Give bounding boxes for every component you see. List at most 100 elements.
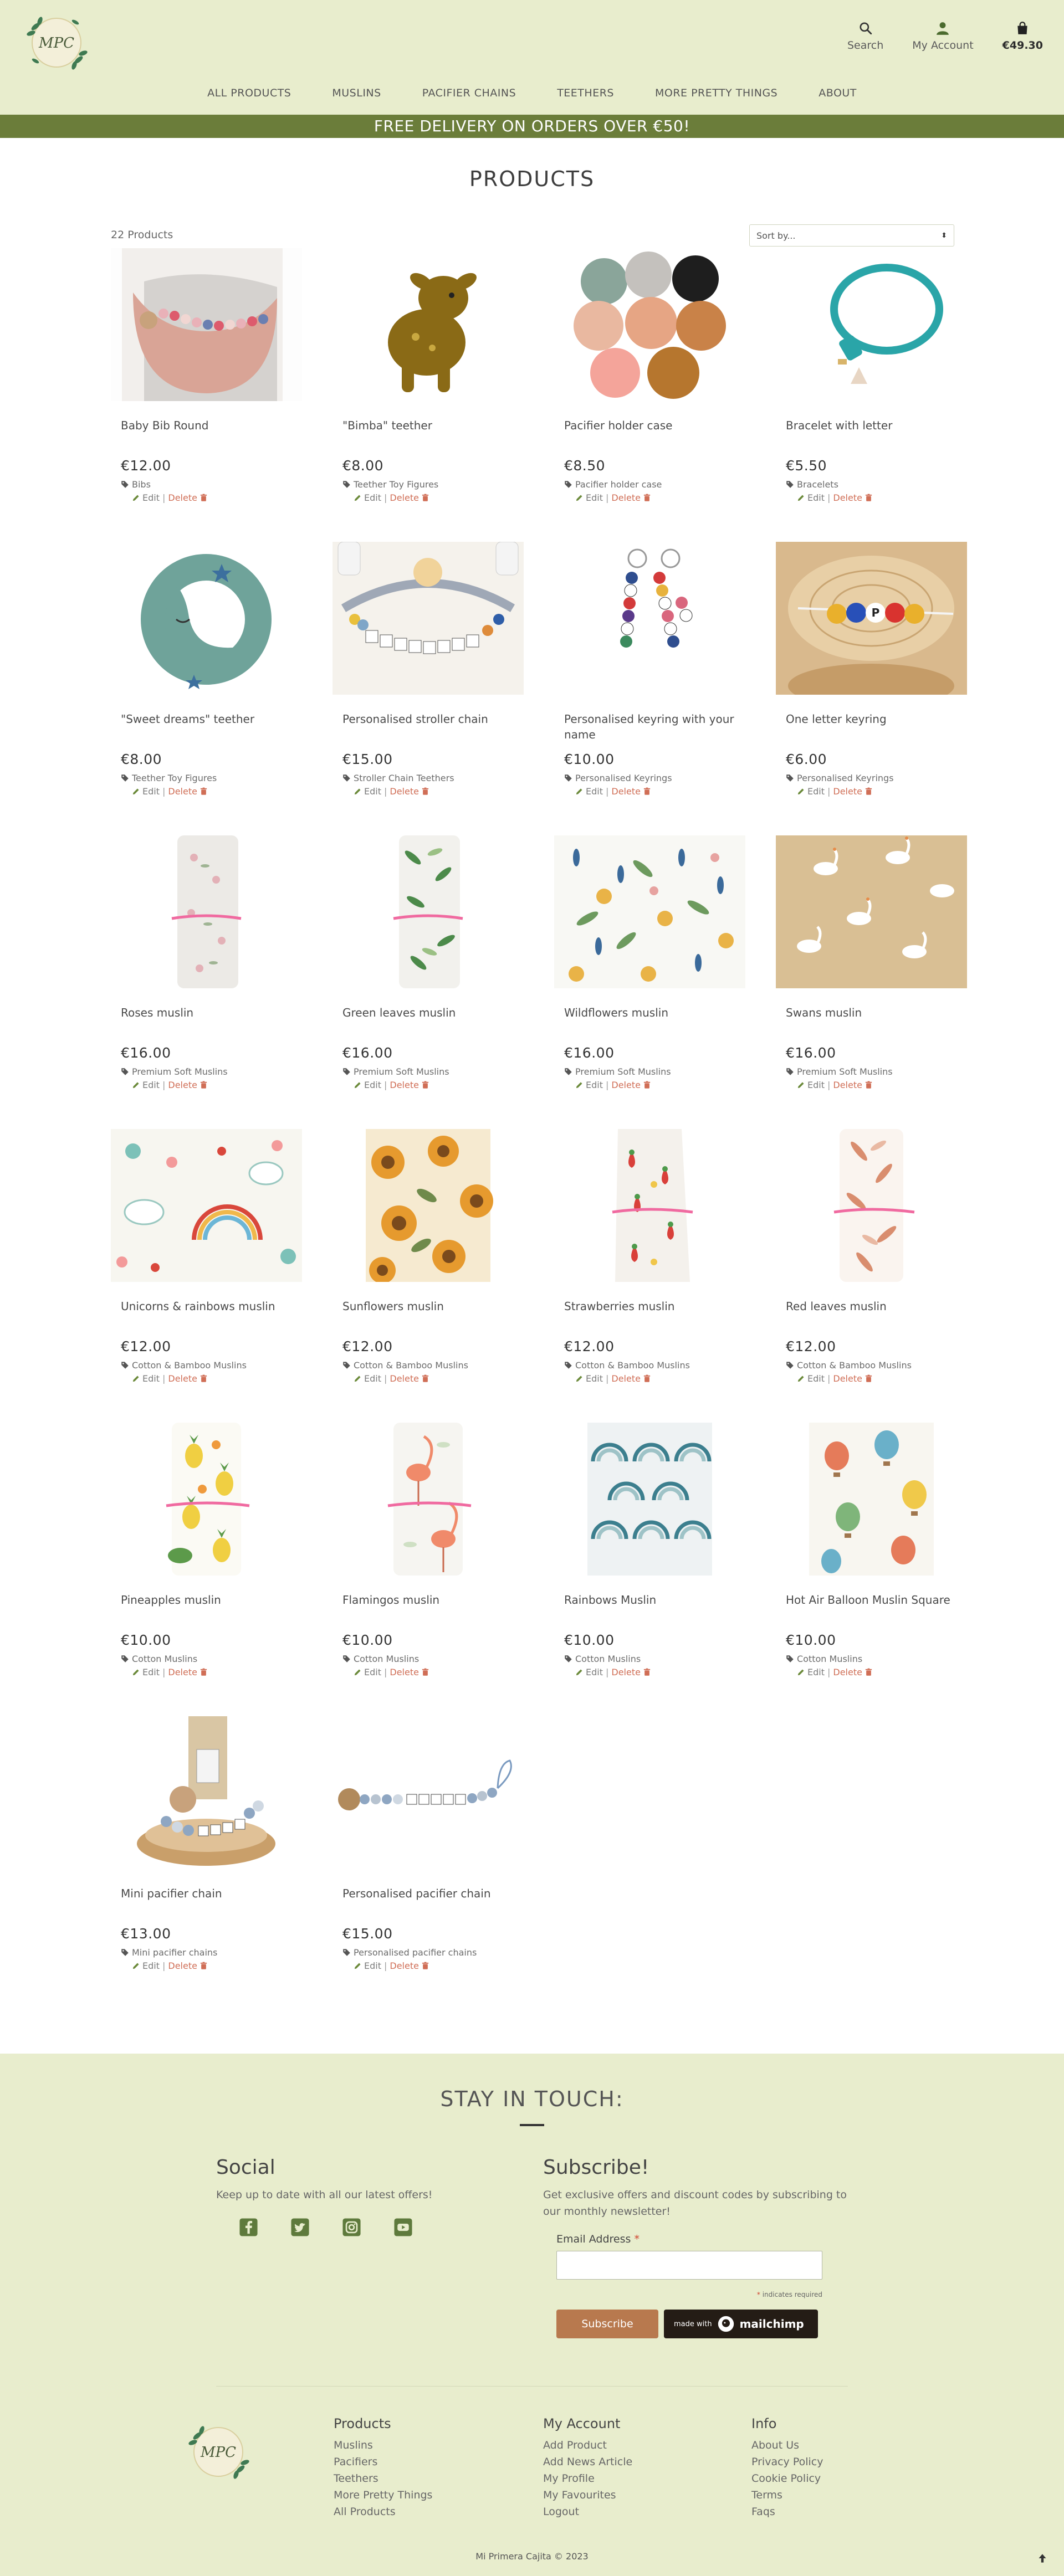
product-name[interactable]: One letter keyring — [776, 711, 975, 745]
product-image[interactable] — [332, 248, 524, 401]
product-category[interactable]: Personalised pacifier chains — [332, 1947, 532, 1958]
delete-button[interactable]: Delete — [390, 1080, 429, 1090]
delete-button[interactable]: Delete — [390, 786, 429, 797]
delete-button[interactable]: Delete — [833, 492, 873, 503]
edit-button[interactable]: Edit — [354, 492, 381, 503]
nav-teethers[interactable]: TEETHERS — [536, 87, 635, 99]
edit-button[interactable]: Edit — [575, 786, 603, 797]
nav-all-products[interactable]: ALL PRODUCTS — [187, 87, 311, 99]
edit-button[interactable]: Edit — [132, 492, 160, 503]
nav-about[interactable]: ABOUT — [798, 87, 877, 99]
product-image[interactable] — [332, 1129, 524, 1282]
footer-link-add-product[interactable]: Add Product — [543, 2437, 632, 2454]
delete-button[interactable]: Delete — [168, 1667, 208, 1677]
product-name[interactable]: Strawberries muslin — [554, 1299, 754, 1332]
twitter-icon[interactable] — [290, 2218, 310, 2237]
youtube-icon[interactable] — [393, 2218, 413, 2237]
footer-link-about-us[interactable]: About Us — [751, 2437, 823, 2454]
product-image[interactable] — [332, 1423, 524, 1576]
email-field[interactable] — [556, 2251, 822, 2280]
product-image[interactable] — [332, 1716, 524, 1869]
edit-button[interactable]: Edit — [797, 492, 825, 503]
delete-button[interactable]: Delete — [390, 1373, 429, 1384]
delete-button[interactable]: Delete — [611, 1080, 651, 1090]
product-category[interactable]: Cotton & Bamboo Muslins — [111, 1360, 310, 1371]
my-account-button[interactable]: My Account — [912, 21, 974, 52]
footer-link-my-profile[interactable]: My Profile — [543, 2470, 632, 2487]
edit-button[interactable]: Edit — [575, 1080, 603, 1090]
nav-pacifier-chains[interactable]: PACIFIER CHAINS — [402, 87, 536, 99]
edit-button[interactable]: Edit — [132, 786, 160, 797]
footer-link-teethers[interactable]: Teethers — [334, 2470, 432, 2487]
product-image[interactable] — [554, 835, 745, 988]
product-name[interactable]: Personalised pacifier chain — [332, 1886, 532, 1919]
product-category[interactable]: Personalised Keyrings — [554, 773, 754, 783]
delete-button[interactable]: Delete — [390, 1667, 429, 1677]
instagram-icon[interactable] — [342, 2218, 361, 2237]
footer-link-more-pretty-things[interactable]: More Pretty Things — [334, 2487, 432, 2503]
product-name[interactable]: Bracelet with letter — [776, 418, 975, 451]
delete-button[interactable]: Delete — [611, 1373, 651, 1384]
product-name[interactable]: Mini pacifier chain — [111, 1886, 310, 1919]
product-image[interactable] — [111, 1716, 302, 1869]
product-category[interactable]: Premium Soft Muslins — [111, 1066, 310, 1077]
delete-button[interactable]: Delete — [168, 1080, 208, 1090]
product-name[interactable]: Pineapples muslin — [111, 1592, 310, 1625]
facebook-icon[interactable] — [239, 2218, 258, 2237]
edit-button[interactable]: Edit — [354, 1080, 381, 1090]
product-image[interactable] — [776, 1129, 967, 1282]
product-image[interactable] — [554, 1423, 745, 1576]
product-category[interactable]: Stroller Chain Teethers — [332, 773, 532, 783]
edit-button[interactable]: Edit — [575, 1373, 603, 1384]
delete-button[interactable]: Delete — [168, 492, 208, 503]
product-image[interactable] — [111, 542, 302, 695]
footer-link-muslins[interactable]: Muslins — [334, 2437, 432, 2454]
edit-button[interactable]: Edit — [132, 1373, 160, 1384]
footer-link-faqs[interactable]: Faqs — [751, 2503, 823, 2520]
product-category[interactable]: Mini pacifier chains — [111, 1947, 310, 1958]
product-category[interactable]: Pacifier holder case — [554, 479, 754, 490]
product-name[interactable]: Personalised keyring with your name — [554, 711, 754, 745]
product-name[interactable]: Wildflowers muslin — [554, 1005, 754, 1038]
sort-select[interactable]: Sort by... ⬍ — [749, 224, 954, 247]
footer-link-all-products[interactable]: All Products — [334, 2503, 432, 2520]
product-category[interactable]: Personalised Keyrings — [776, 773, 975, 783]
product-image[interactable] — [776, 248, 967, 401]
product-category[interactable]: Cotton Muslins — [332, 1654, 532, 1664]
footer-link-privacy-policy[interactable]: Privacy Policy — [751, 2454, 823, 2470]
edit-button[interactable]: Edit — [132, 1961, 160, 1971]
delete-button[interactable]: Delete — [168, 1373, 208, 1384]
delete-button[interactable]: Delete — [833, 786, 873, 797]
delete-button[interactable]: Delete — [390, 492, 429, 503]
product-category[interactable]: Cotton & Bamboo Muslins — [554, 1360, 754, 1371]
product-name[interactable]: Flamingos muslin — [332, 1592, 532, 1625]
footer-link-cookie-policy[interactable]: Cookie Policy — [751, 2470, 823, 2487]
delete-button[interactable]: Delete — [168, 1961, 208, 1971]
product-category[interactable]: Cotton Muslins — [776, 1654, 975, 1664]
product-category[interactable]: Bracelets — [776, 479, 975, 490]
product-name[interactable]: Hot Air Balloon Muslin Square — [776, 1592, 975, 1625]
edit-button[interactable]: Edit — [797, 1373, 825, 1384]
product-name[interactable]: Green leaves muslin — [332, 1005, 532, 1038]
edit-button[interactable]: Edit — [354, 1373, 381, 1384]
footer-link-add-news-article[interactable]: Add News Article — [543, 2454, 632, 2470]
delete-button[interactable]: Delete — [611, 1667, 651, 1677]
product-category[interactable]: Bibs — [111, 479, 310, 490]
product-name[interactable]: Rainbows Muslin — [554, 1592, 754, 1625]
product-image[interactable]: P — [776, 542, 967, 695]
nav-more-pretty-things[interactable]: MORE PRETTY THINGS — [635, 87, 798, 99]
edit-button[interactable]: Edit — [797, 1080, 825, 1090]
delete-button[interactable]: Delete — [833, 1667, 873, 1677]
edit-button[interactable]: Edit — [354, 1667, 381, 1677]
product-name[interactable]: "Bimba" teether — [332, 418, 532, 451]
edit-button[interactable]: Edit — [354, 786, 381, 797]
product-image[interactable] — [554, 542, 745, 695]
footer-link-my-favourites[interactable]: My Favourites — [543, 2487, 632, 2503]
product-name[interactable]: Baby Bib Round — [111, 418, 310, 451]
product-image[interactable] — [111, 1423, 302, 1576]
edit-button[interactable]: Edit — [132, 1080, 160, 1090]
search-button[interactable]: Search — [847, 21, 883, 52]
edit-button[interactable]: Edit — [575, 1667, 603, 1677]
product-name[interactable]: "Sweet dreams" teether — [111, 711, 310, 745]
product-image[interactable] — [554, 248, 745, 401]
